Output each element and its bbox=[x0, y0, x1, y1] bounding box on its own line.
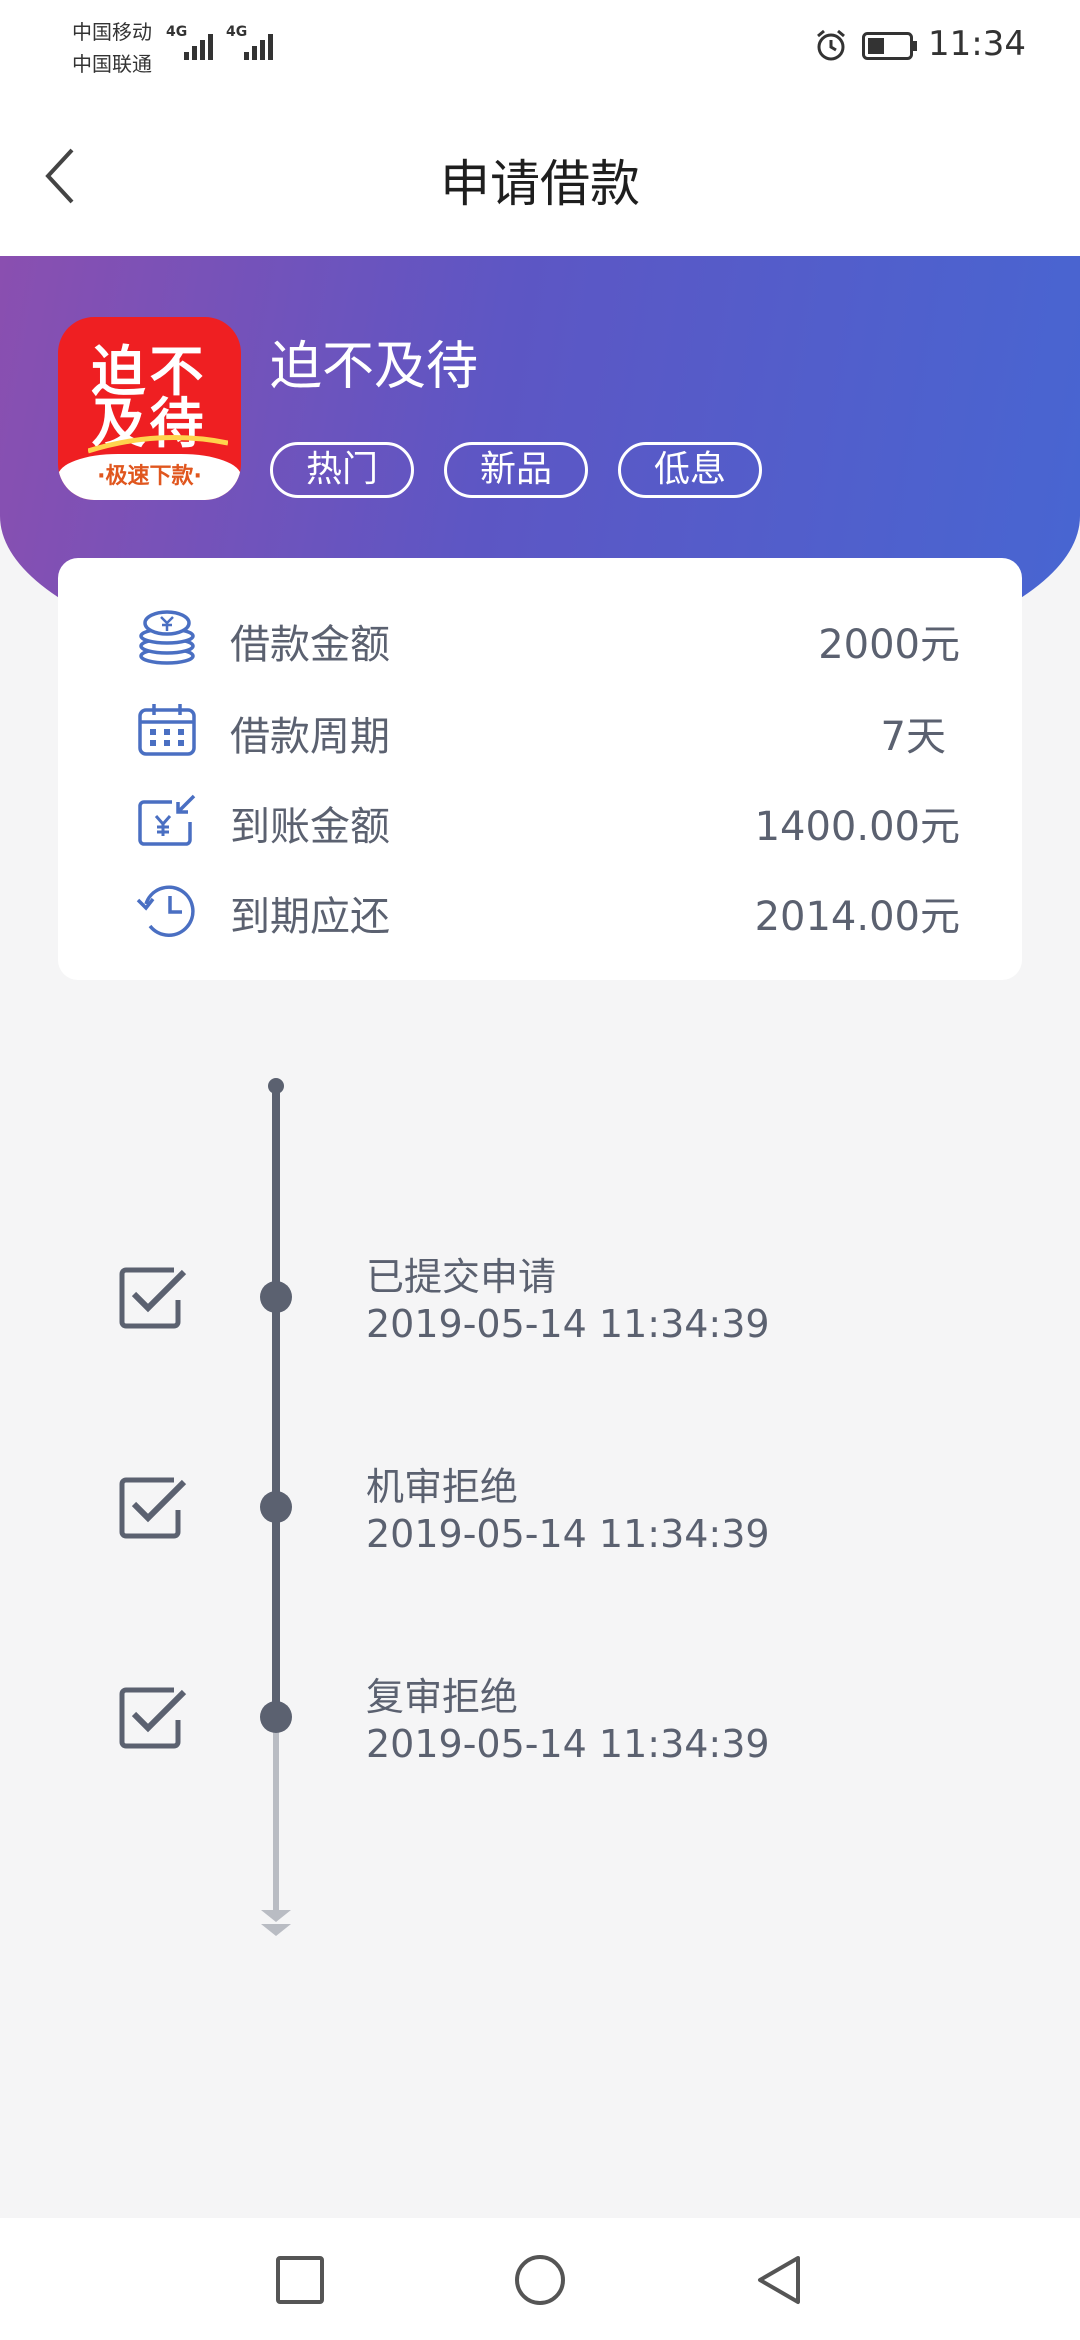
tag-new: 新品 bbox=[444, 442, 588, 498]
received-amount-label: 到账金额 bbox=[230, 804, 390, 850]
tag-hot: 热门 bbox=[270, 442, 414, 498]
logo-tagline: ·极速下款· bbox=[58, 454, 241, 500]
system-navigation-bar bbox=[0, 2218, 1080, 2340]
product-name: 迫不及待 bbox=[270, 337, 479, 397]
info-row-received-amount: 到账金额 1400.00元 bbox=[58, 778, 1022, 858]
logo-swoosh bbox=[88, 435, 228, 454]
carrier-name-2: 中国联通 bbox=[72, 52, 152, 76]
loan-info-card: 借款金额 2000元 借款周期 7天 到账金额 1400.00元 到期应还 20… bbox=[58, 558, 1022, 980]
info-row-loan-amount: 借款金额 2000元 bbox=[58, 596, 1022, 676]
alarm-icon bbox=[817, 29, 845, 61]
step-2-title: 机审拒绝 bbox=[366, 1465, 519, 1509]
info-row-due-amount: 到期应还 2014.00元 bbox=[58, 868, 1022, 948]
signal-icon bbox=[244, 32, 273, 60]
timeline-node bbox=[260, 1701, 292, 1733]
recent-apps-button[interactable] bbox=[272, 2252, 328, 2308]
clock-return-icon bbox=[136, 885, 195, 937]
page-title: 申请借款 bbox=[440, 155, 640, 213]
status-time: 11:34 bbox=[928, 24, 1026, 64]
loan-period-value: 7天 bbox=[880, 714, 946, 760]
home-button[interactable] bbox=[512, 2252, 568, 2308]
app-logo: 迫不 及待 ·极速下款· bbox=[58, 317, 241, 500]
step-1-title: 已提交申请 bbox=[366, 1255, 557, 1299]
battery-icon bbox=[862, 32, 917, 60]
check-icon bbox=[119, 1687, 187, 1749]
timeline-end-arrow-icon bbox=[261, 1910, 291, 1936]
due-amount-label: 到期应还 bbox=[230, 894, 390, 940]
received-amount-value: 1400.00元 bbox=[754, 804, 960, 850]
status-bar: 中国移动 中国联通 4G 4G 11:34 bbox=[0, 0, 1080, 96]
calendar-icon bbox=[138, 704, 196, 756]
carrier-name-1: 中国移动 bbox=[72, 20, 152, 44]
tag-low-interest: 低息 bbox=[618, 442, 762, 498]
timeline-node bbox=[260, 1491, 292, 1523]
timeline-line bbox=[272, 1086, 280, 1718]
check-icon bbox=[119, 1267, 187, 1329]
loan-amount-value: 2000元 bbox=[818, 622, 960, 668]
check-icon bbox=[119, 1477, 187, 1539]
yuan-receive-icon bbox=[138, 794, 196, 846]
timeline-line-pending bbox=[273, 1718, 279, 1918]
timeline-node bbox=[260, 1281, 292, 1313]
timeline-start-dot bbox=[268, 1078, 284, 1094]
navigation-bar: 申请借款 bbox=[0, 96, 1080, 256]
step-3-title: 复审拒绝 bbox=[366, 1675, 519, 1719]
signal-icon bbox=[184, 32, 213, 60]
loan-amount-label: 借款金额 bbox=[230, 622, 390, 668]
step-1-time: 2019-05-14 11:34:39 bbox=[366, 1302, 770, 1346]
step-3-time: 2019-05-14 11:34:39 bbox=[366, 1722, 770, 1766]
due-amount-value: 2014.00元 bbox=[754, 894, 960, 940]
step-2-time: 2019-05-14 11:34:39 bbox=[366, 1512, 770, 1556]
info-row-loan-period: 借款周期 7天 bbox=[58, 688, 1022, 768]
back-system-button[interactable] bbox=[752, 2252, 808, 2308]
loan-period-label: 借款周期 bbox=[230, 714, 390, 760]
coins-icon bbox=[139, 610, 195, 665]
